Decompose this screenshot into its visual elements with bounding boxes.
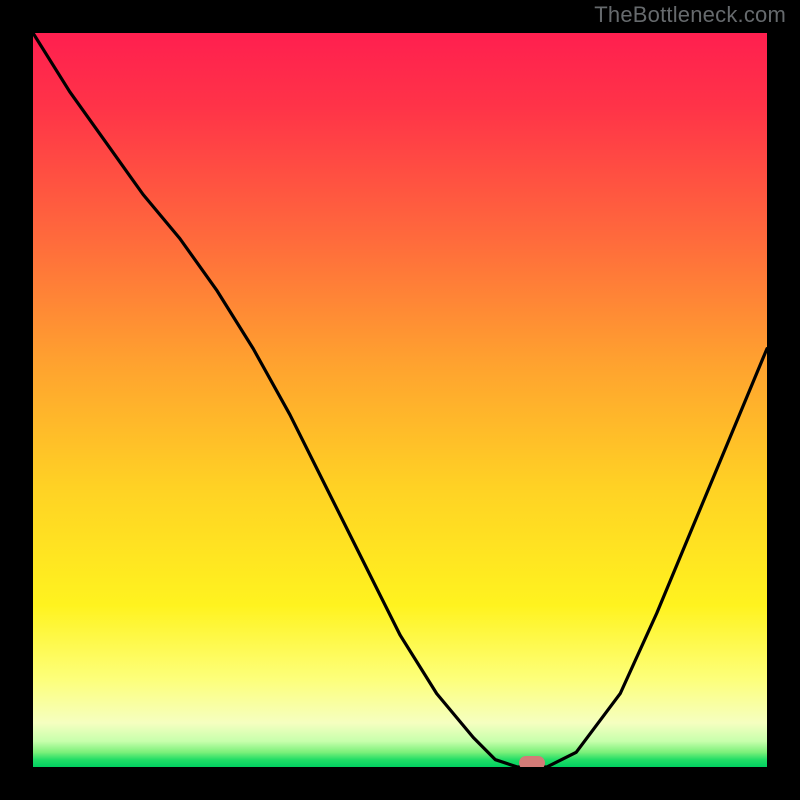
- watermark-label: TheBottleneck.com: [594, 2, 786, 28]
- chart-frame: TheBottleneck.com: [0, 0, 800, 800]
- bottleneck-curve: [33, 33, 767, 767]
- optimal-point-marker: [519, 756, 545, 767]
- plot-area: [33, 33, 767, 767]
